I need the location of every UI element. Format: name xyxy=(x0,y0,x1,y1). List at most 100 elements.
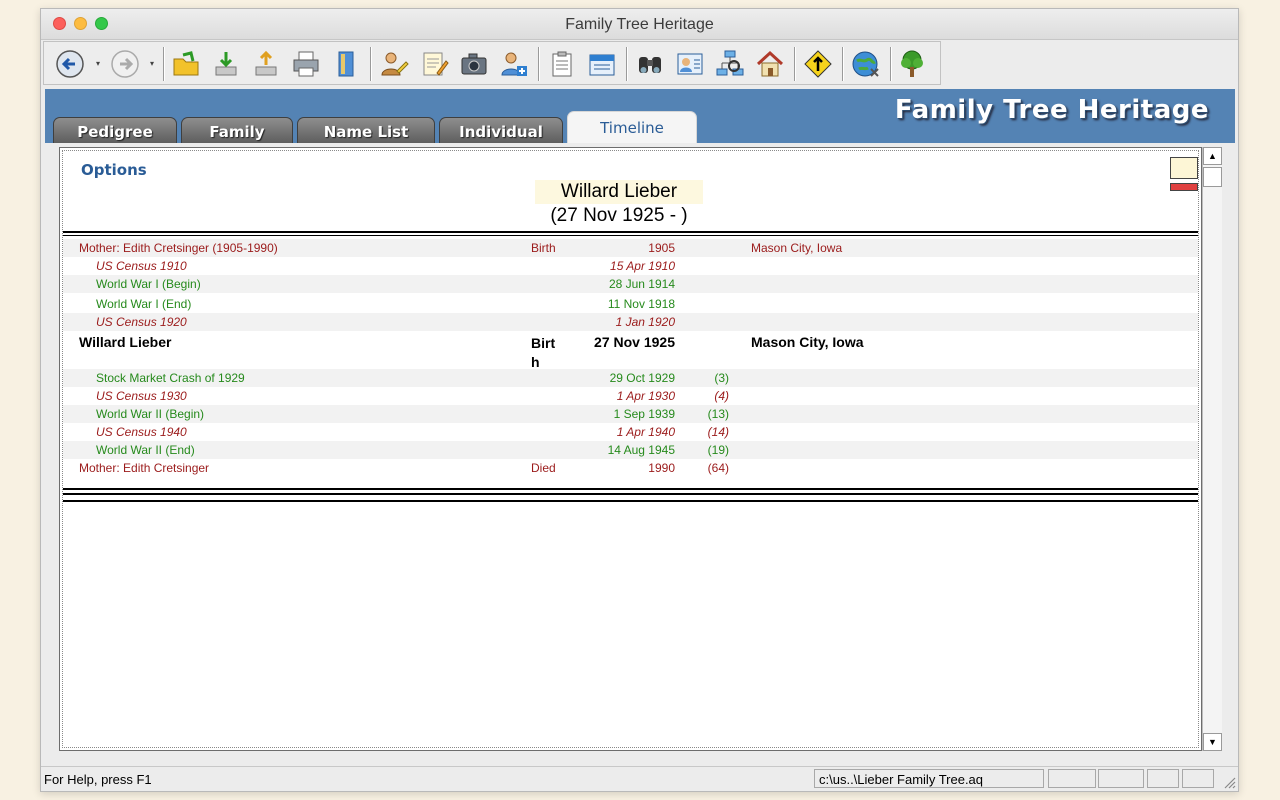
timeline-row[interactable]: US Census 1920 1 Jan 1920 xyxy=(63,313,1198,331)
camera-icon[interactable] xyxy=(458,48,490,80)
event-age: (19) xyxy=(707,443,729,457)
event-name: Mother: Edith Cretsinger (1905-1990) xyxy=(79,241,278,255)
event-date: 29 Oct 1929 xyxy=(609,371,675,385)
options-link[interactable]: Options xyxy=(81,161,147,179)
divider xyxy=(63,231,1198,233)
print-icon[interactable] xyxy=(290,48,322,80)
tab-family[interactable]: Family xyxy=(181,117,293,143)
status-cell xyxy=(1098,769,1144,788)
timeline-row[interactable]: US Census 1940 1 Apr 1940 (14) xyxy=(63,423,1198,441)
open-folder-icon[interactable] xyxy=(170,48,202,80)
person-card-icon[interactable] xyxy=(674,48,706,80)
event-name: US Census 1930 xyxy=(96,389,187,403)
event-date: 1 Apr 1930 xyxy=(616,389,675,403)
timeline-panel: Options Willard Lieber (27 Nov 1925 - ) … xyxy=(59,147,1202,751)
timeline-row[interactable]: World War II (Begin) 1 Sep 1939 (13) xyxy=(63,405,1198,423)
forward-history-dropdown[interactable]: ▾ xyxy=(150,60,158,68)
event-place: Mason City, Iowa xyxy=(751,241,843,255)
event-name: Mother: Edith Cretsinger xyxy=(79,461,210,475)
divider xyxy=(63,493,1198,495)
tree-chart-icon[interactable] xyxy=(714,48,746,80)
calendar-icon[interactable] xyxy=(586,48,618,80)
divider xyxy=(63,488,1198,490)
timeline-row[interactable]: World War I (Begin) 28 Jun 1914 xyxy=(63,275,1198,293)
person-name: Willard Lieber xyxy=(535,180,703,204)
timeline-row[interactable]: US Census 1930 1 Apr 1930 (4) xyxy=(63,387,1198,405)
legend-color-box[interactable] xyxy=(1170,157,1198,179)
status-help-text: For Help, press F1 xyxy=(44,772,152,787)
banner: Pedigree Family Name List Individual Tim… xyxy=(45,89,1235,143)
vertical-scrollbar[interactable]: ▲ ▼ xyxy=(1202,147,1222,751)
event-date: 1990 xyxy=(648,461,675,475)
event-date: 14 Aug 1945 xyxy=(607,443,675,457)
title-bar: Family Tree Heritage xyxy=(41,9,1238,40)
status-cell xyxy=(1182,769,1214,788)
event-name: US Census 1940 xyxy=(96,425,187,439)
web-globe-icon[interactable] xyxy=(850,48,882,80)
export-icon[interactable] xyxy=(250,48,282,80)
event-name: US Census 1920 xyxy=(96,315,187,329)
tab-name-list[interactable]: Name List xyxy=(297,117,435,143)
event-date: 1905 xyxy=(648,241,675,255)
event-age: (3) xyxy=(714,371,729,385)
divider xyxy=(63,500,1198,502)
forward-arrow-icon[interactable] xyxy=(109,48,141,80)
relationship-sign-icon[interactable] xyxy=(802,48,834,80)
resize-grip-icon[interactable] xyxy=(1222,775,1236,789)
event-name: World War II (End) xyxy=(96,443,195,457)
tab-individual[interactable]: Individual xyxy=(439,117,563,143)
tree-icon[interactable] xyxy=(896,48,928,80)
legend-color-bar[interactable] xyxy=(1170,183,1198,191)
event-date: 1 Sep 1939 xyxy=(613,407,675,421)
event-name: Stock Market Crash of 1929 xyxy=(96,371,245,385)
status-cell xyxy=(1147,769,1179,788)
event-date: 28 Jun 1914 xyxy=(608,277,675,291)
add-person-icon[interactable] xyxy=(498,48,530,80)
timeline-row-main[interactable]: Willard Lieber Birth 27 Nov 1925 Mason C… xyxy=(63,331,1198,370)
timeline-row[interactable]: Mother: Edith Cretsinger (1905-1990) Bir… xyxy=(63,239,1198,257)
event-date: 27 Nov 1925 xyxy=(594,334,675,350)
scroll-up-button[interactable]: ▲ xyxy=(1203,147,1222,165)
event-name: World War I (Begin) xyxy=(96,277,201,291)
status-cell xyxy=(1048,769,1096,788)
event-place: Mason City, Iowa xyxy=(751,334,864,350)
event-date: 1 Jan 1920 xyxy=(615,315,675,329)
event-date: 11 Nov 1918 xyxy=(607,297,675,311)
book-icon[interactable] xyxy=(330,48,362,80)
event-age: (4) xyxy=(714,389,729,403)
scroll-thumb[interactable] xyxy=(1203,167,1222,187)
window-title: Family Tree Heritage xyxy=(565,16,714,33)
timeline-row[interactable]: World War II (End) 14 Aug 1945 (19) xyxy=(63,441,1198,459)
toolbar: ▾ ▾ xyxy=(43,41,941,85)
status-file-path: c:\us..\Lieber Family Tree.aq xyxy=(814,769,1044,788)
edit-person-icon[interactable] xyxy=(378,48,410,80)
back-history-dropdown[interactable]: ▾ xyxy=(96,60,104,68)
tab-pedigree[interactable]: Pedigree xyxy=(53,117,177,143)
import-icon[interactable] xyxy=(210,48,242,80)
timeline-row[interactable]: Mother: Edith Cretsinger Died 1990 (64) xyxy=(63,459,1198,477)
person-dates: (27 Nov 1925 - ) xyxy=(550,205,688,226)
timeline-row[interactable]: World War I (End) 11 Nov 1918 xyxy=(63,293,1198,313)
status-bar: For Help, press F1 c:\us..\Lieber Family… xyxy=(41,766,1238,791)
back-arrow-icon[interactable] xyxy=(54,48,86,80)
app-window: Family Tree Heritage ▾ ▾ Pedigree Family… xyxy=(40,8,1239,792)
event-name: Willard Lieber xyxy=(79,334,172,350)
binoculars-icon[interactable] xyxy=(634,48,666,80)
event-age: (14) xyxy=(707,425,729,439)
timeline-row[interactable]: US Census 1910 15 Apr 1910 xyxy=(63,257,1198,275)
event-age: (64) xyxy=(707,461,729,475)
scroll-down-button[interactable]: ▼ xyxy=(1203,733,1222,751)
home-icon[interactable] xyxy=(754,48,786,80)
timeline-rows: Mother: Edith Cretsinger (1905-1990) Bir… xyxy=(63,239,1198,477)
divider xyxy=(63,235,1198,236)
event-name: World War I (End) xyxy=(96,297,192,311)
event-date: 1 Apr 1940 xyxy=(616,425,675,439)
notepad-icon[interactable] xyxy=(418,48,450,80)
banner-title: Family Tree Heritage xyxy=(894,95,1209,125)
clipboard-icon[interactable] xyxy=(546,48,578,80)
event-name: US Census 1910 xyxy=(96,259,187,273)
event-age: (13) xyxy=(707,407,729,421)
event-name: World War II (Begin) xyxy=(96,407,205,421)
tab-timeline[interactable]: Timeline xyxy=(567,111,697,143)
timeline-row[interactable]: Stock Market Crash of 1929 29 Oct 1929 (… xyxy=(63,369,1198,387)
